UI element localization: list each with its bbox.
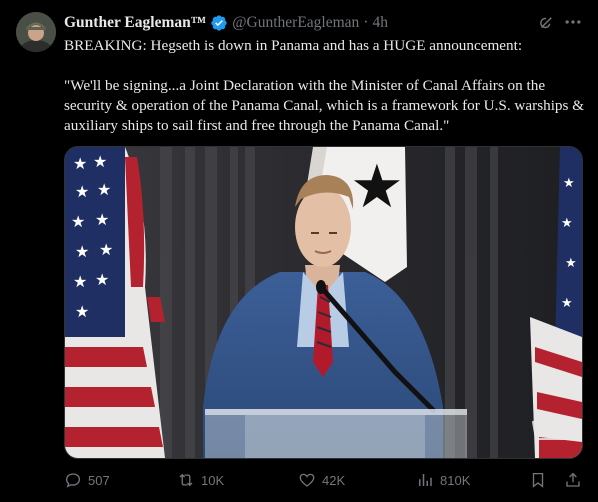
svg-text:★: ★: [565, 256, 577, 271]
avatar[interactable]: [16, 12, 56, 52]
more-icon[interactable]: [563, 12, 583, 32]
like-icon: [299, 473, 315, 487]
svg-text:★: ★: [93, 152, 107, 171]
views-icon: [419, 474, 432, 486]
post-headline: BREAKING: Hegseth is down in Panama and …: [64, 37, 523, 54]
verified-badge-icon[interactable]: [210, 14, 228, 32]
svg-text:★: ★: [73, 154, 87, 173]
svg-text:★: ★: [99, 240, 113, 259]
share-icon: [566, 472, 580, 487]
svg-text:★: ★: [75, 242, 89, 261]
like-count: 42K: [322, 472, 346, 488]
post-text: BREAKING: Hegseth is down in Panama and …: [64, 36, 586, 136]
repost-count: 10K: [201, 472, 225, 488]
post-image[interactable]: ★ ★ ★ ★ ★ ★ ★ ★ ★ ★ ★ ★ ★ ★ ★ ★: [64, 146, 583, 459]
svg-text:★: ★: [350, 152, 404, 222]
author-name[interactable]: Gunther Eagleman™: [64, 14, 206, 32]
grok-icon[interactable]: [537, 14, 555, 32]
post[interactable]: Gunther Eagleman™ @GuntherEagleman · 4h …: [0, 0, 598, 502]
svg-text:★: ★: [75, 302, 89, 321]
svg-text:★: ★: [75, 182, 89, 201]
svg-text:★: ★: [561, 296, 573, 311]
views-button[interactable]: 810K: [416, 468, 470, 492]
separator-dot: ·: [363, 14, 369, 31]
bookmark-icon: [532, 472, 544, 488]
post-time[interactable]: 4h: [372, 14, 388, 32]
reply-icon: [65, 473, 81, 488]
views-count: 810K: [440, 472, 471, 488]
svg-text:★: ★: [563, 176, 575, 191]
action-bar: 507 10K 42K 810K: [64, 468, 586, 492]
svg-text:★: ★: [95, 210, 109, 229]
reply-button[interactable]: 507: [64, 468, 110, 492]
like-button[interactable]: 42K: [298, 468, 345, 492]
repost-button[interactable]: 10K: [177, 468, 224, 492]
post-quote: "We'll be signing...a Joint Declaration …: [64, 77, 585, 134]
svg-text:★: ★: [97, 180, 111, 199]
author-handle[interactable]: @GuntherEagleman: [232, 14, 359, 32]
bookmark-button[interactable]: [529, 468, 547, 492]
svg-text:★: ★: [71, 212, 85, 231]
svg-text:★: ★: [73, 272, 87, 291]
share-button[interactable]: [564, 468, 582, 492]
svg-text:★: ★: [95, 270, 109, 289]
svg-text:★: ★: [561, 216, 573, 231]
repost-icon: [179, 473, 193, 487]
reply-count: 507: [88, 472, 110, 488]
post-header: Gunther Eagleman™ @GuntherEagleman · 4h: [64, 12, 584, 34]
